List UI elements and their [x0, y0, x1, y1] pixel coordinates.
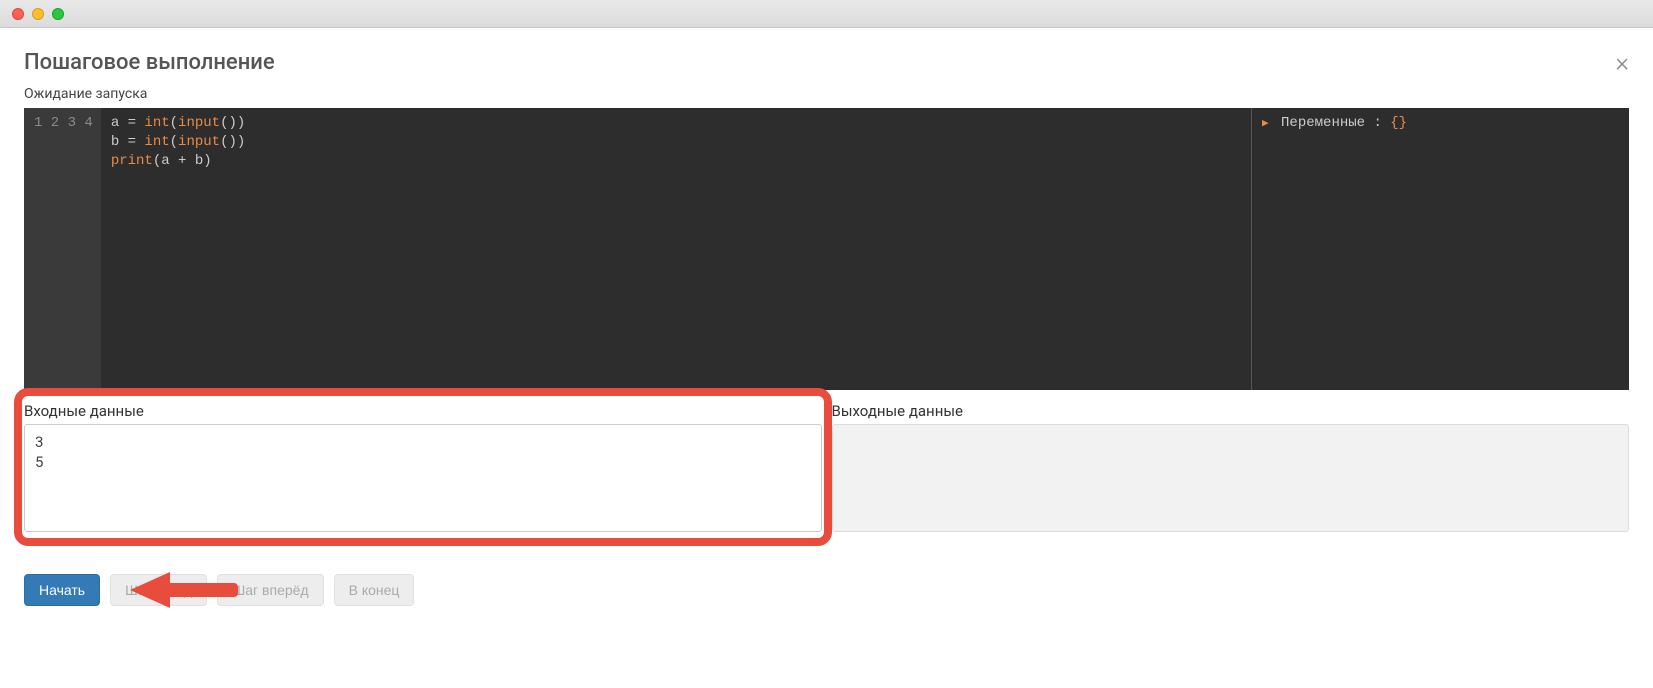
input-column: Входные данные [24, 396, 822, 532]
modal-header: Пошаговое выполнение × [24, 50, 1629, 76]
output-label: Выходные данные [832, 396, 1630, 420]
editor-row: 1 2 3 4 a = int(input()) b = int(input()… [24, 108, 1629, 390]
step-forward-button[interactable]: Шаг вперёд [217, 574, 323, 606]
code-editor[interactable]: 1 2 3 4 a = int(input()) b = int(input()… [24, 108, 1251, 390]
variables-sep: : [1365, 115, 1390, 131]
close-icon[interactable]: × [1615, 50, 1629, 76]
modal-title: Пошаговое выполнение [24, 50, 275, 75]
output-column: Выходные данные [832, 396, 1630, 532]
chevron-right-icon[interactable]: ▶ [1262, 117, 1269, 132]
window-zoom-dot[interactable] [52, 8, 64, 20]
variables-panel: ▶ Переменные : {} [1251, 108, 1629, 390]
to-end-button[interactable]: В конец [334, 574, 415, 606]
window-minimize-dot[interactable] [32, 8, 44, 20]
window-close-dot[interactable] [12, 8, 24, 20]
button-row: Начать Шаг назад Шаг вперёд В конец [24, 574, 1629, 606]
variables-value: {} [1390, 115, 1407, 131]
modal: Пошаговое выполнение × Ожидание запуска … [0, 28, 1653, 630]
execution-status: Ожидание запуска [24, 86, 1629, 102]
step-back-button[interactable]: Шаг назад [110, 574, 207, 606]
output-data-field [832, 424, 1630, 532]
line-number-gutter: 1 2 3 4 [24, 108, 101, 390]
io-row: Входные данные Выходные данные [24, 396, 1629, 532]
input-label: Входные данные [24, 396, 822, 420]
start-button[interactable]: Начать [24, 574, 100, 606]
code-lines: a = int(input()) b = int(input()) print(… [101, 108, 255, 390]
input-data-field[interactable] [24, 424, 822, 532]
variables-label: Переменные [1281, 115, 1365, 131]
window-titlebar [0, 0, 1653, 28]
